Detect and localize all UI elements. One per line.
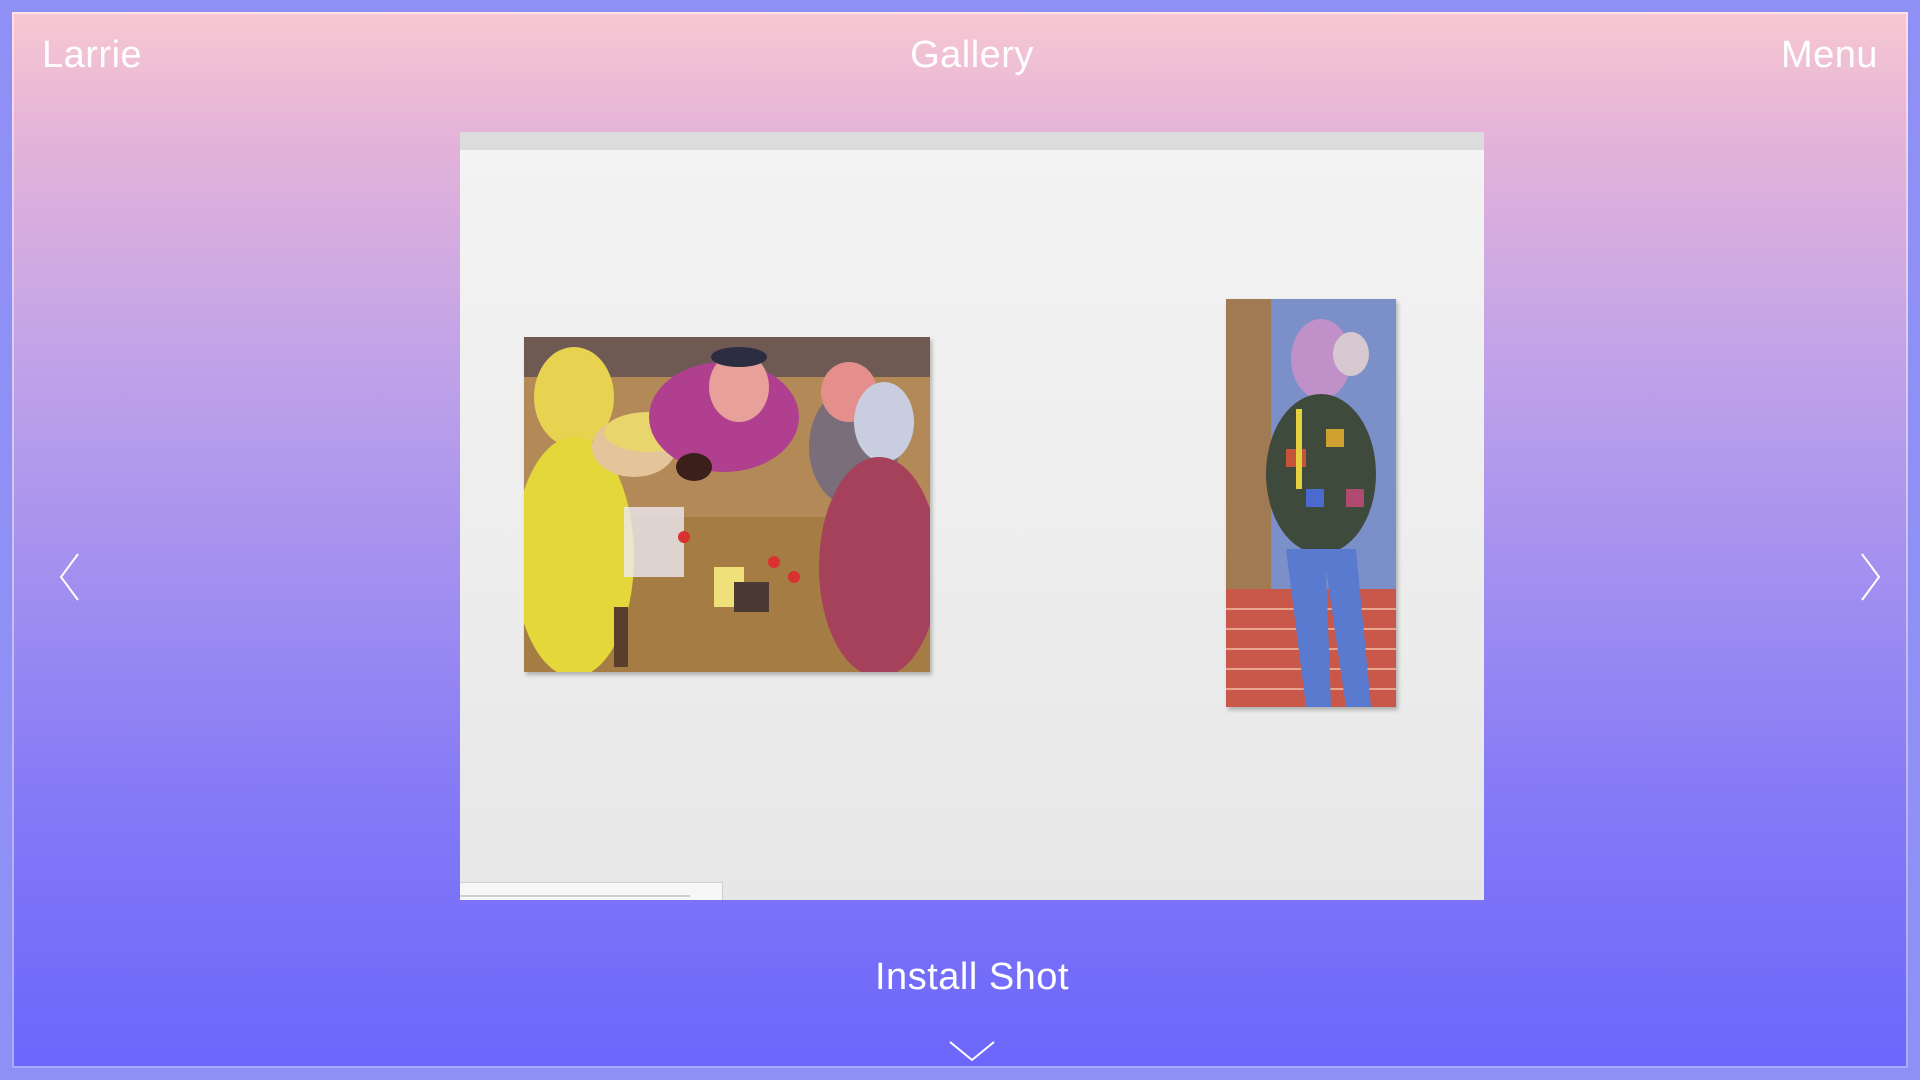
- chevron-left-icon[interactable]: [58, 552, 82, 602]
- painting-card-players: [524, 337, 930, 672]
- page-background: Larrie Gallery Menu Install Shot: [0, 0, 1920, 1080]
- chevron-down-icon[interactable]: [948, 1040, 996, 1062]
- page-title: Gallery: [910, 34, 1034, 76]
- gallery-slide-image: [460, 132, 1484, 900]
- painting-woman-smoking: [1226, 299, 1396, 707]
- slide-caption: Install Shot: [875, 956, 1069, 998]
- painting-card-players-art: [524, 337, 930, 672]
- image-ceiling: [460, 132, 1484, 150]
- baseboard-heater: [460, 882, 723, 900]
- chevron-right-icon[interactable]: [1858, 552, 1882, 602]
- menu-button[interactable]: Menu: [1781, 34, 1878, 77]
- painting-woman-smoking-art: [1226, 299, 1396, 707]
